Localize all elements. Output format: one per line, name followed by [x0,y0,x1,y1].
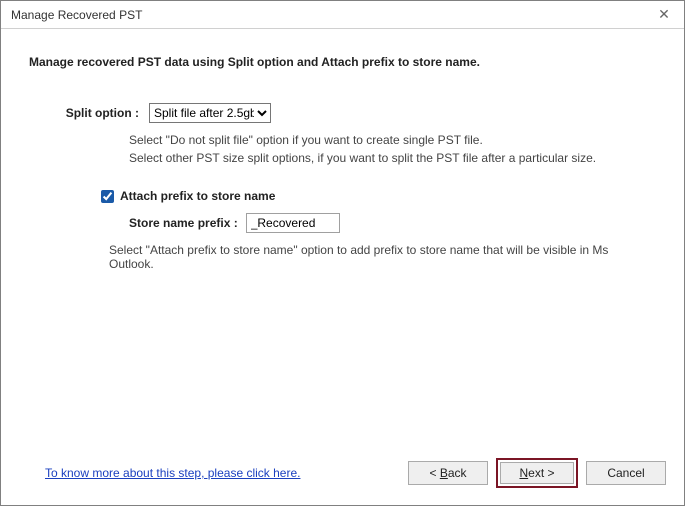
button-bar: < Back Next > Cancel [408,458,666,488]
dialog-content: Manage recovered PST data using Split op… [1,29,684,453]
attach-prefix-checkbox[interactable] [101,190,114,203]
split-option-select[interactable]: Split file after 2.5gb [149,103,271,123]
back-button[interactable]: < Back [408,461,488,485]
attach-prefix-row: Attach prefix to store name [101,189,656,203]
window-title: Manage Recovered PST [11,8,142,22]
store-name-prefix-label: Store name prefix : [129,216,246,230]
page-heading: Manage recovered PST data using Split op… [29,55,656,69]
cancel-button[interactable]: Cancel [586,461,666,485]
dialog-window: Manage Recovered PST ✕ Manage recovered … [0,0,685,506]
store-name-prefix-row: Store name prefix : [129,213,656,233]
next-button[interactable]: Next > [500,462,574,484]
split-option-row: Split option : Split file after 2.5gb [29,103,656,123]
close-icon: ✕ [658,6,670,23]
split-option-label: Split option : [29,106,149,120]
attach-prefix-hint: Select "Attach prefix to store name" opt… [109,243,656,271]
store-name-prefix-input[interactable] [246,213,340,233]
dialog-footer: To know more about this step, please cli… [1,453,684,505]
split-option-hint: Select "Do not split file" option if you… [129,131,656,167]
close-button[interactable]: ✕ [644,1,684,29]
titlebar: Manage Recovered PST ✕ [1,1,684,29]
split-hint-line1: Select "Do not split file" option if you… [129,131,656,149]
next-button-highlight: Next > [496,458,578,488]
split-hint-line2: Select other PST size split options, if … [129,149,656,167]
attach-prefix-label[interactable]: Attach prefix to store name [120,189,275,203]
help-link[interactable]: To know more about this step, please cli… [45,466,300,480]
